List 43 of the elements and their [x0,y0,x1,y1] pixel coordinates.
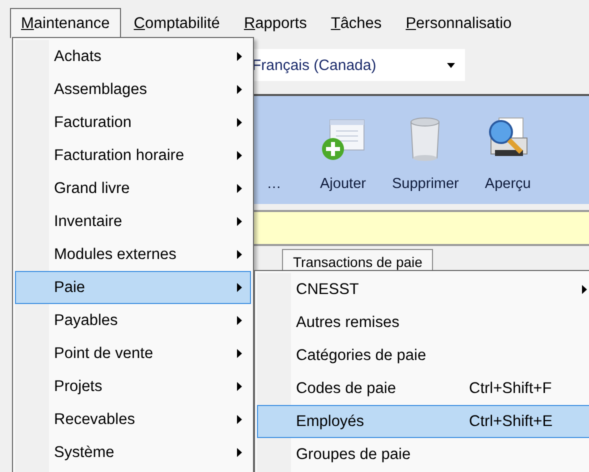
menu-item[interactable]: CNESST [257,273,589,306]
submenu-arrow-icon [237,217,242,226]
submenu-arrow-icon [237,151,242,160]
menu-item[interactable]: Paie [15,271,251,304]
menu-bar-item[interactable]: Personnalisatio [394,8,523,38]
menu-item[interactable]: Payables [15,304,251,337]
menu-item[interactable]: Recevables [15,403,251,436]
menu-item[interactable]: Point de vente [15,337,251,370]
menu-item[interactable]: Employés Ctrl+Shift+E [257,405,589,438]
menu-item[interactable]: Inventaire [15,205,251,238]
menu-item[interactable]: Facturation horaire [15,139,251,172]
menu-item[interactable]: Facturation [15,106,251,139]
menu-item[interactable]: Grand livre [15,172,251,205]
toolbar-button[interactable]: Aperçu [484,116,531,192]
menu-bar-item[interactable]: Maintenance [10,8,121,38]
submenu-arrow-icon [237,250,242,259]
submenu-arrow-icon [237,349,242,358]
menu-item[interactable]: Projets [15,370,251,403]
submenu-arrow-icon [237,316,242,325]
submenu-arrow-icon [237,118,242,127]
menu-bar-item[interactable]: Comptabilité [122,8,231,38]
submenu-arrow-icon [237,52,242,61]
menu-item[interactable]: Codes de paie Ctrl+Shift+F [257,372,589,405]
menu-bar-item[interactable]: Rapports [232,8,318,38]
submenu-arrow-icon [237,415,242,424]
toolbar-button[interactable]: Supprimer [392,116,459,192]
caret-icon [447,62,455,68]
menu-item[interactable]: Achats [15,40,251,73]
menu-item[interactable]: Système [15,436,251,469]
menu-item[interactable]: Modules externes [15,238,251,271]
menu-item[interactable]: Groupes de paie [257,438,589,471]
menu-item[interactable]: Catégories de paie [257,339,589,372]
submenu-arrow-icon [237,448,242,457]
more-button[interactable]: … [254,176,294,192]
submenu-arrow-icon [237,85,242,94]
menu-bar-item[interactable]: Tâches [320,8,393,38]
submenu-arrow-icon [237,382,242,391]
toolbar-button[interactable]: Ajouter [320,116,366,192]
menu-item[interactable]: Autres remises [257,306,589,339]
submenu-arrow-icon [237,184,242,193]
submenu-arrow-icon [237,283,242,292]
submenu-arrow-icon [582,285,587,294]
menu-item[interactable]: Assemblages [15,73,251,106]
